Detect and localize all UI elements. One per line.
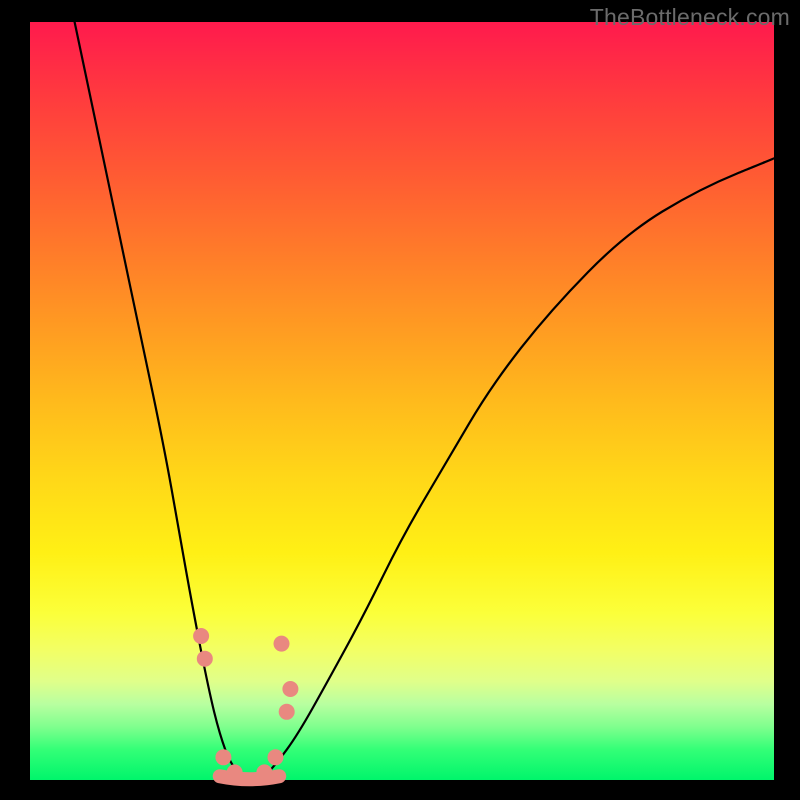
plot-area (30, 22, 774, 780)
marker-valley-left-1 (215, 749, 231, 765)
curve-layer (30, 22, 774, 780)
marker-right-cluster-1 (279, 704, 295, 720)
marker-left-cluster-2 (197, 651, 213, 667)
marker-valley-right-2 (268, 749, 284, 765)
watermark-text: TheBottleneck.com (590, 4, 790, 31)
chart-frame: TheBottleneck.com (0, 0, 800, 800)
marker-right-cluster-2 (282, 681, 298, 697)
marker-left-cluster-1 (193, 628, 209, 644)
marker-right-cluster-3 (274, 636, 290, 652)
marker-group (193, 628, 298, 780)
valley-smear (220, 776, 280, 779)
bottleneck-curve (75, 22, 774, 780)
